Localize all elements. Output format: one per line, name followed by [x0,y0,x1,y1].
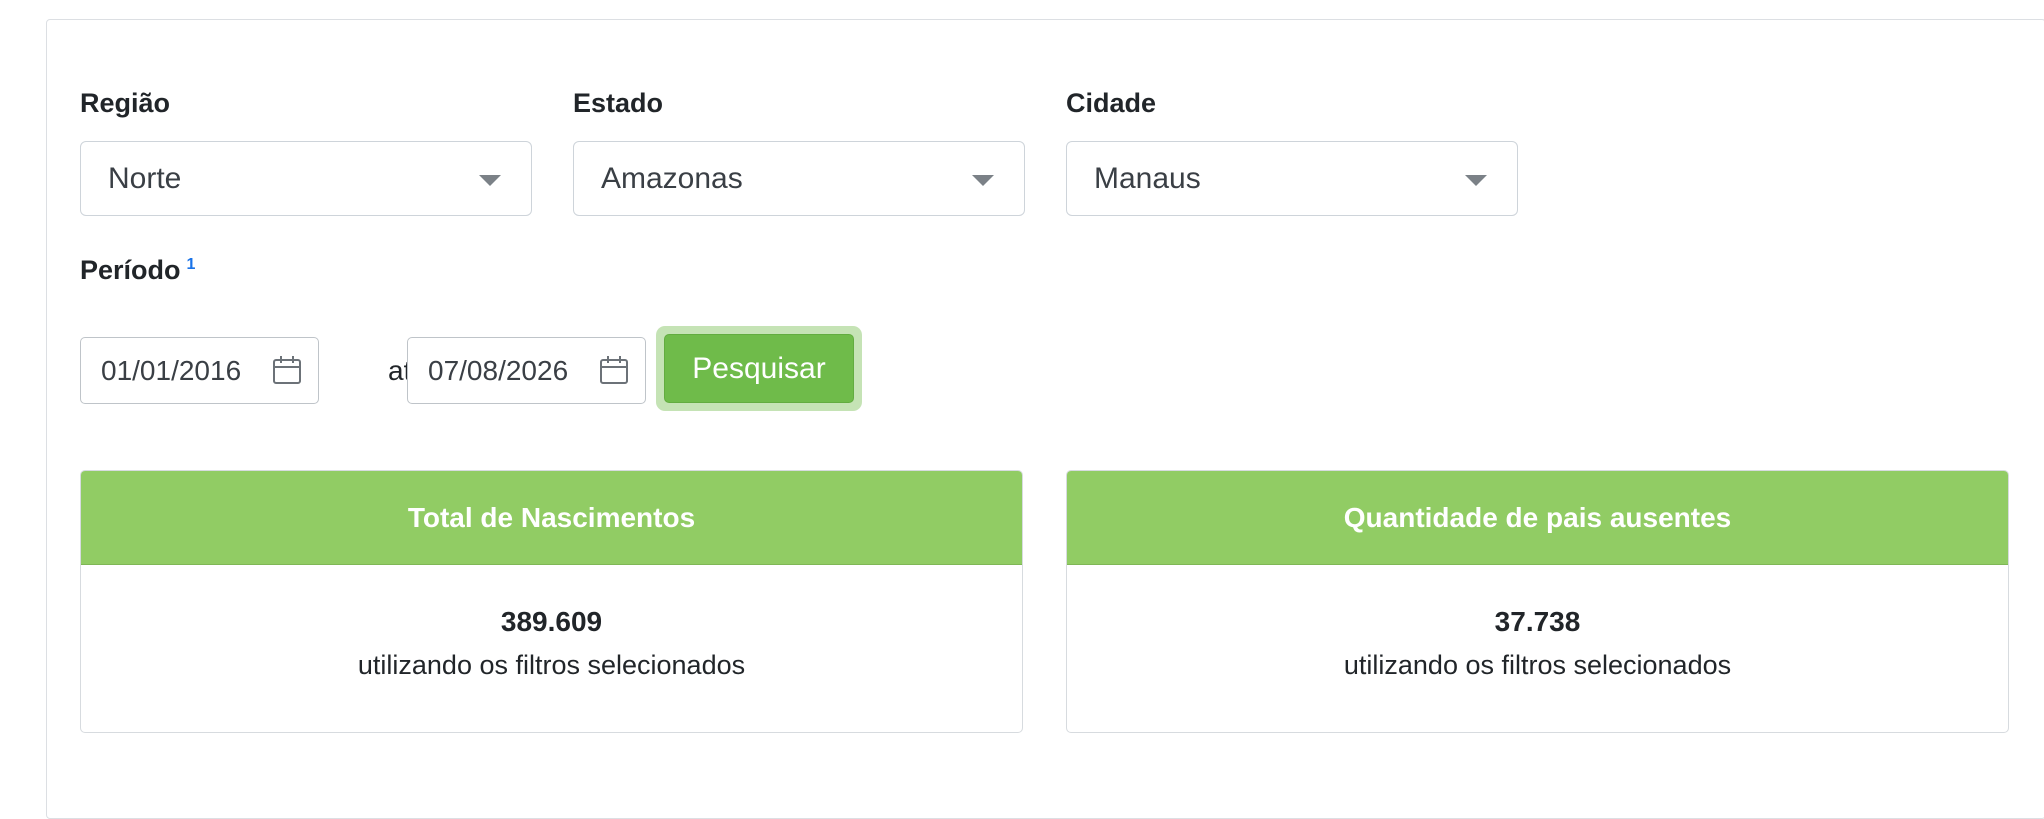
filter-panel: Região Norte Estado Amazonas Cidade Mana… [46,19,2044,819]
chevron-down-icon [1465,175,1487,186]
card-caption: utilizando os filtros selecionados [1343,649,1732,680]
estado-select-value: Amazonas [601,162,743,195]
estado-label: Estado [573,88,664,118]
cidade-select-value: Manaus [1094,162,1201,195]
end-date-input[interactable]: 07/08/2026 [407,337,646,404]
estado-select[interactable]: Amazonas [573,141,1025,216]
calendar-icon[interactable] [272,355,302,385]
chevron-down-icon [479,175,501,186]
card-title: Quantidade de pais ausentes [1067,471,2008,565]
card-value: 37.738 [1494,606,1581,637]
regiao-select-value: Norte [108,162,182,195]
card-caption: utilizando os filtros selecionados [357,649,746,680]
card-value: 389.609 [500,606,603,637]
total-nascimentos-card: Total de Nascimentos 389.609 utilizando … [80,470,1023,733]
periodo-label: Período 1 [80,257,195,284]
end-date-value: 07/08/2026 [428,355,569,386]
start-date-input[interactable]: 01/01/2016 [80,337,319,404]
cidade-select[interactable]: Manaus [1066,141,1518,216]
cidade-label: Cidade [1066,88,1157,118]
search-button-focus-ring: Pesquisar [656,326,862,411]
periodo-footnote[interactable]: 1 [187,256,196,273]
regiao-select[interactable]: Norte [80,141,532,216]
periodo-label-text: Período [80,255,181,285]
chevron-down-icon [972,175,994,186]
card-title: Total de Nascimentos [81,471,1022,565]
start-date-value: 01/01/2016 [101,355,242,386]
pais-ausentes-card: Quantidade de pais ausentes 37.738 utili… [1066,470,2009,733]
calendar-icon[interactable] [599,355,629,385]
search-button[interactable]: Pesquisar [664,334,854,403]
regiao-label: Região [80,88,171,118]
